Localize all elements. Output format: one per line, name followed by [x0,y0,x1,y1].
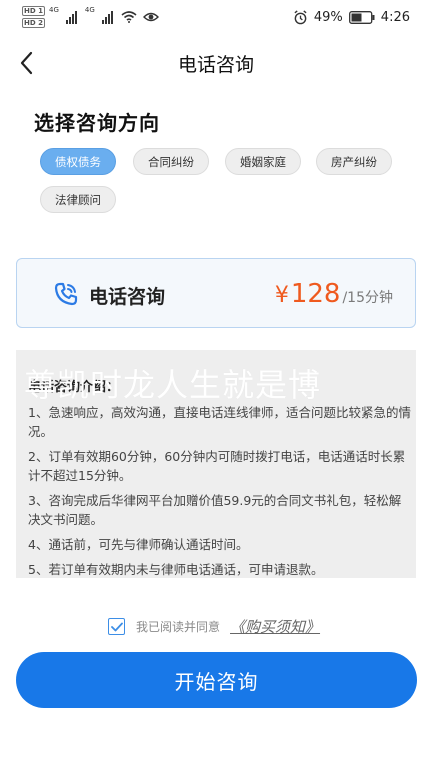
chip-debt[interactable]: 债权债务 [40,148,116,175]
chip-label: 婚姻家庭 [240,154,286,169]
service-card[interactable]: 电话咨询 ¥ 128 /15分钟 [16,258,416,328]
agreement-text: 我已阅读并同意 [136,620,221,634]
network1-label: 4G [48,6,59,14]
clock: 4:26 [380,10,410,25]
intro-item: 1、急速响应，高效沟通，直接电话连线律师，适合问题比较紧急的情况。 [28,405,411,439]
start-consult-label: 开始咨询 [174,669,259,694]
hd-indicators: HD 1 HD 2 [22,6,45,28]
intro-item: 5、若订单有效期内未与律师电话通话，可申请退款。 [28,562,324,577]
watermark-text: 尊凯时龙人生就是博 [24,366,322,404]
network2-label: 4G [84,6,95,14]
chip-property[interactable]: 房产纠纷 [316,148,392,175]
battery-icon [348,11,375,24]
nav-bar: 电话咨询 [0,40,432,86]
battery-percent: 49% [313,10,343,25]
chip-label: 法律顾问 [55,192,101,207]
price: ¥ 128 /15分钟 [275,279,393,309]
hd2-badge: HD 2 [22,18,45,28]
signal2-icon [101,10,113,24]
section-title: 选择咨询方向 [34,111,160,135]
intro-list: 1、急速响应，高效沟通，直接电话连线律师，适合问题比较紧急的情况。 2、订单有效… [28,403,412,585]
hd1-badge: HD 1 [22,6,45,16]
eye-icon [142,12,159,22]
purchase-notice-link[interactable]: 《购买须知》 [230,616,320,637]
status-right: 49% 4:26 [293,10,410,25]
status-left: HD 1 HD 2 4G 4G [22,6,159,28]
phone-call-icon [54,282,78,306]
intro-item: 3、咨询完成后华律网平台加赠价值59.9元的合同文书礼包，轻松解决文书问题。 [28,493,402,527]
chip-marriage[interactable]: 婚姻家庭 [225,148,301,175]
check-icon [110,622,123,631]
chip-label: 合同纠纷 [148,154,194,169]
agreement-checkbox[interactable] [108,618,125,635]
alarm-icon [294,10,307,25]
price-unit: /15分钟 [342,290,393,306]
signal1-icon [65,10,77,24]
currency-symbol: ¥ [274,283,289,308]
chip-contract[interactable]: 合同纠纷 [133,148,209,175]
agreement-row: 我已阅读并同意 《购买须知》 [108,616,320,637]
price-value: 128 [290,279,341,309]
start-consult-button[interactable]: 开始咨询 [16,652,417,708]
intro-item: 4、通话前，可先与律师确认通话时间。 [28,537,249,552]
chip-label: 房产纠纷 [331,154,377,169]
service-name: 电话咨询 [89,286,166,308]
intro-item: 2、订单有效期60分钟，60分钟内可随时拨打电话，电话通话时长累计不超过15分钟… [28,449,406,483]
wifi-icon [121,11,137,23]
page-title: 电话咨询 [177,54,254,76]
chip-legal-advisor[interactable]: 法律顾问 [40,186,116,213]
chip-label: 债权债务 [55,154,101,169]
status-bar: HD 1 HD 2 4G 4G 49% 4:26 [0,0,432,36]
